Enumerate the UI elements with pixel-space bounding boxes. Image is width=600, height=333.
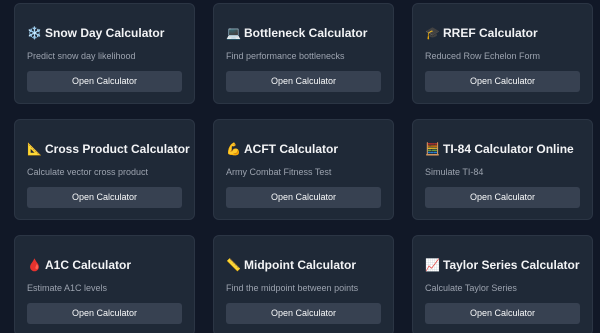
card-description: Reduced Row Echelon Form — [425, 51, 541, 61]
card-title: 🎓 RREF Calculator — [425, 26, 538, 40]
card-description: Calculate vector cross product — [27, 167, 149, 177]
card-title: 🩸 A1C Calculator — [27, 258, 131, 272]
card-title: ❄️ Snow Day Calculator — [27, 26, 164, 40]
card-title: 🧮 TI-84 Calculator Online — [425, 142, 574, 156]
calculator-grid: ❄️ Snow Day Calculator Predict snow day … — [0, 0, 600, 333]
open-calculator-button[interactable]: Open Calculator — [226, 71, 381, 92]
laptop-icon: 💻 — [226, 26, 241, 40]
open-calculator-button[interactable]: Open Calculator — [27, 187, 182, 208]
card-description: Predict snow day likelihood — [27, 51, 136, 61]
card-title-text: Bottleneck Calculator — [244, 26, 368, 40]
card-title-text: Cross Product Calculator — [45, 142, 190, 156]
calculator-card-taylor-series: 📈 Taylor Series Calculator Calculate Tay… — [412, 235, 593, 333]
card-description: Estimate A1C levels — [27, 283, 108, 293]
card-title-text: TI-84 Calculator Online — [443, 142, 574, 156]
card-title: 📐 Cross Product Calculator — [27, 142, 190, 156]
card-title-text: Midpoint Calculator — [244, 258, 356, 272]
open-calculator-button[interactable]: Open Calculator — [27, 71, 182, 92]
open-calculator-button[interactable]: Open Calculator — [425, 303, 580, 324]
open-calculator-button[interactable]: Open Calculator — [425, 71, 580, 92]
card-title: 📏 Midpoint Calculator — [226, 258, 356, 272]
calculator-card-ti84: 🧮 TI-84 Calculator Online Simulate TI-84… — [412, 119, 593, 220]
card-title: 💪 ACFT Calculator — [226, 142, 338, 156]
card-description: Find the midpoint between points — [226, 283, 359, 293]
open-calculator-button[interactable]: Open Calculator — [425, 187, 580, 208]
card-title-text: ACFT Calculator — [244, 142, 339, 156]
card-title-text: A1C Calculator — [45, 258, 132, 272]
ruler-icon: 📏 — [226, 258, 241, 272]
flexed-arm-icon: 💪 — [226, 142, 241, 156]
card-title: 📈 Taylor Series Calculator — [425, 258, 580, 272]
calculator-card-acft: 💪 ACFT Calculator Army Combat Fitness Te… — [213, 119, 394, 220]
card-title: 💻 Bottleneck Calculator — [226, 26, 367, 40]
calculator-card-midpoint: 📏 Midpoint Calculator Find the midpoint … — [213, 235, 394, 333]
card-description: Calculate Taylor Series — [425, 283, 517, 293]
calculator-icon: 🧮 — [425, 142, 440, 156]
graduation-cap-icon: 🎓 — [425, 26, 440, 40]
card-title-text: Taylor Series Calculator — [443, 258, 580, 272]
card-description: Simulate TI-84 — [425, 167, 484, 177]
snowflake-icon: ❄️ — [27, 26, 42, 40]
calculator-card-rref: 🎓 RREF Calculator Reduced Row Echelon Fo… — [412, 3, 593, 104]
open-calculator-button[interactable]: Open Calculator — [27, 303, 182, 324]
card-title-text: Snow Day Calculator — [45, 26, 165, 40]
calculator-card-snow-day: ❄️ Snow Day Calculator Predict snow day … — [14, 3, 195, 104]
card-description: Find performance bottlenecks — [226, 51, 345, 61]
open-calculator-button[interactable]: Open Calculator — [226, 187, 381, 208]
card-title-text: RREF Calculator — [443, 26, 538, 40]
triangle-ruler-icon: 📐 — [27, 142, 42, 156]
blood-drop-icon: 🩸 — [27, 258, 42, 272]
calculator-card-a1c: 🩸 A1C Calculator Estimate A1C levels Ope… — [14, 235, 195, 333]
calculator-card-cross-product: 📐 Cross Product Calculator Calculate vec… — [14, 119, 195, 220]
open-calculator-button[interactable]: Open Calculator — [226, 303, 381, 324]
chart-increasing-icon: 📈 — [425, 258, 440, 272]
calculator-card-bottleneck: 💻 Bottleneck Calculator Find performance… — [213, 3, 394, 104]
card-description: Army Combat Fitness Test — [226, 167, 332, 177]
